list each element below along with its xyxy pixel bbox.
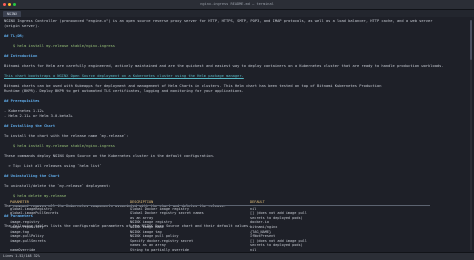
window-title: nginx-ingress README.md — terminal [200, 2, 274, 6]
column-header: DEFAULT [250, 200, 265, 204]
status-text: Lines 1-52/148 32% [3, 254, 40, 258]
tab-bar: NGINX [0, 10, 474, 17]
title-bar: nginx-ingress README.md — terminal [0, 0, 474, 10]
table-header: PARAMETER DESCRIPTION DEFAULT [10, 200, 430, 205]
terminal-line: NGINX Ingress Controller (pronounced "en… [4, 19, 433, 23]
status-bar: Lines 1-52/148 32% [0, 252, 474, 260]
column-header: PARAMETER [10, 200, 29, 204]
tab-nginx[interactable]: NGINX [3, 11, 22, 17]
parameters-table: PARAMETER DESCRIPTION DEFAULT global.imageR… [10, 200, 430, 257]
terminal-line: Bitnami charts for Helm are carefully en… [4, 64, 444, 68]
scrollbar[interactable] [470, 20, 472, 250]
scrollbar-thumb[interactable] [470, 20, 472, 60]
column-header: DESCRIPTION [130, 200, 154, 204]
